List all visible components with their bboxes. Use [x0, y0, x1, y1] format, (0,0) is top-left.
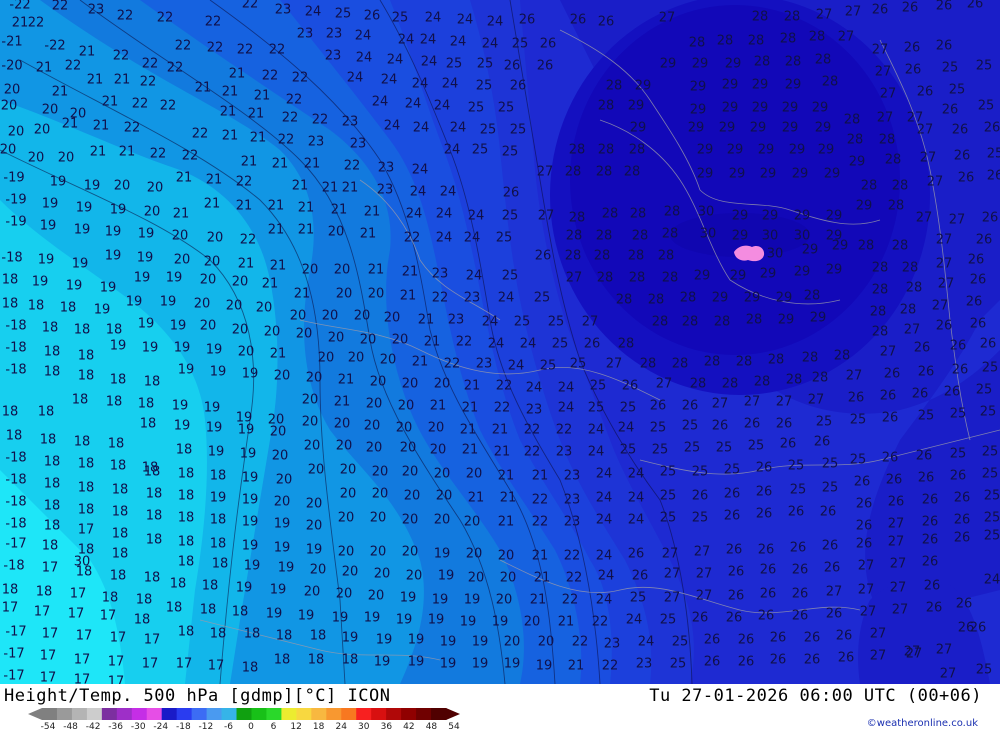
legend-tick-label: -24 [153, 722, 169, 732]
weather-map: -22 22 23 22 22 22 22 23 24 25 26 25 24 24 24 26 26 26 27 2… [0, 0, 1000, 684]
legend-swatch [116, 708, 133, 720]
legend-arrow-right [446, 708, 460, 720]
legend-swatch [266, 708, 282, 720]
legend-tick-label: 42 [403, 722, 415, 732]
legend-swatch [401, 708, 417, 720]
legend-swatch [42, 708, 58, 720]
legend-swatch [86, 708, 103, 720]
temperature-field [0, 0, 1000, 684]
legend-tick-label: -48 [63, 722, 78, 732]
legend-swatch [191, 708, 208, 720]
legend-swatch [71, 708, 88, 720]
legend-tick-label: -42 [85, 722, 101, 732]
legend-tick-label: -54 [40, 722, 56, 732]
legend-swatch [221, 708, 238, 720]
legend-swatch [341, 708, 357, 720]
color-scale-legend [28, 708, 460, 720]
legend-tick-label: 30 [358, 722, 370, 732]
legend-swatch [281, 708, 297, 720]
legend-tick-label: -12 [198, 722, 214, 732]
legend-tick-label: 24 [335, 722, 347, 732]
legend-swatch [176, 708, 193, 720]
legend-arrow-left [28, 708, 42, 720]
legend-swatch [131, 708, 148, 720]
legend-swatch [101, 708, 118, 720]
legend-tick-label: -6 [223, 722, 233, 732]
legend-tick-label: 54 [448, 722, 460, 732]
legend-swatch [236, 708, 252, 720]
credit-link[interactable]: ©weatheronline.co.uk [867, 718, 978, 729]
legend-tick-label: 12 [290, 722, 302, 732]
legend-swatch [311, 708, 327, 720]
valid-time: Tu 27-01-2026 06:00 UTC (00+06) [649, 686, 982, 706]
legend-swatch [296, 708, 312, 720]
warm-cell-30 [734, 245, 765, 262]
band-29-region [570, 5, 900, 355]
color-scale-ticks: -54 -48 -42 -36 -30 -24 -18 -12 -6 0 6 12 18 24 30 36 42… [0, 723, 500, 733]
legend-swatch [356, 708, 372, 720]
legend-tick-label: 6 [270, 722, 277, 732]
legend-swatch [161, 708, 178, 720]
legend-tick-label: 18 [312, 722, 325, 732]
footer-bar: Height/Temp. 500 hPa [gdmp][°C] ICON Tu … [0, 684, 1000, 733]
legend-swatch [146, 708, 163, 720]
legend-tick-label: 0 [248, 722, 254, 732]
legend-swatch [206, 708, 223, 720]
legend-swatch [431, 708, 447, 720]
legend-tick-label: 48 [425, 722, 438, 732]
legend-swatch [251, 708, 267, 720]
legend-tick-label: -18 [175, 722, 191, 732]
legend-tick-label: -36 [108, 722, 124, 732]
legend-tick-label: 36 [380, 722, 393, 732]
legend-swatch [386, 708, 402, 720]
legend-swatch [326, 708, 342, 720]
map-title: Height/Temp. 500 hPa [gdmp][°C] ICON [4, 686, 391, 706]
legend-swatch [371, 708, 387, 720]
legend-swatch [56, 708, 73, 720]
legend-swatch [416, 708, 432, 720]
legend-tick-label: -30 [130, 722, 146, 732]
